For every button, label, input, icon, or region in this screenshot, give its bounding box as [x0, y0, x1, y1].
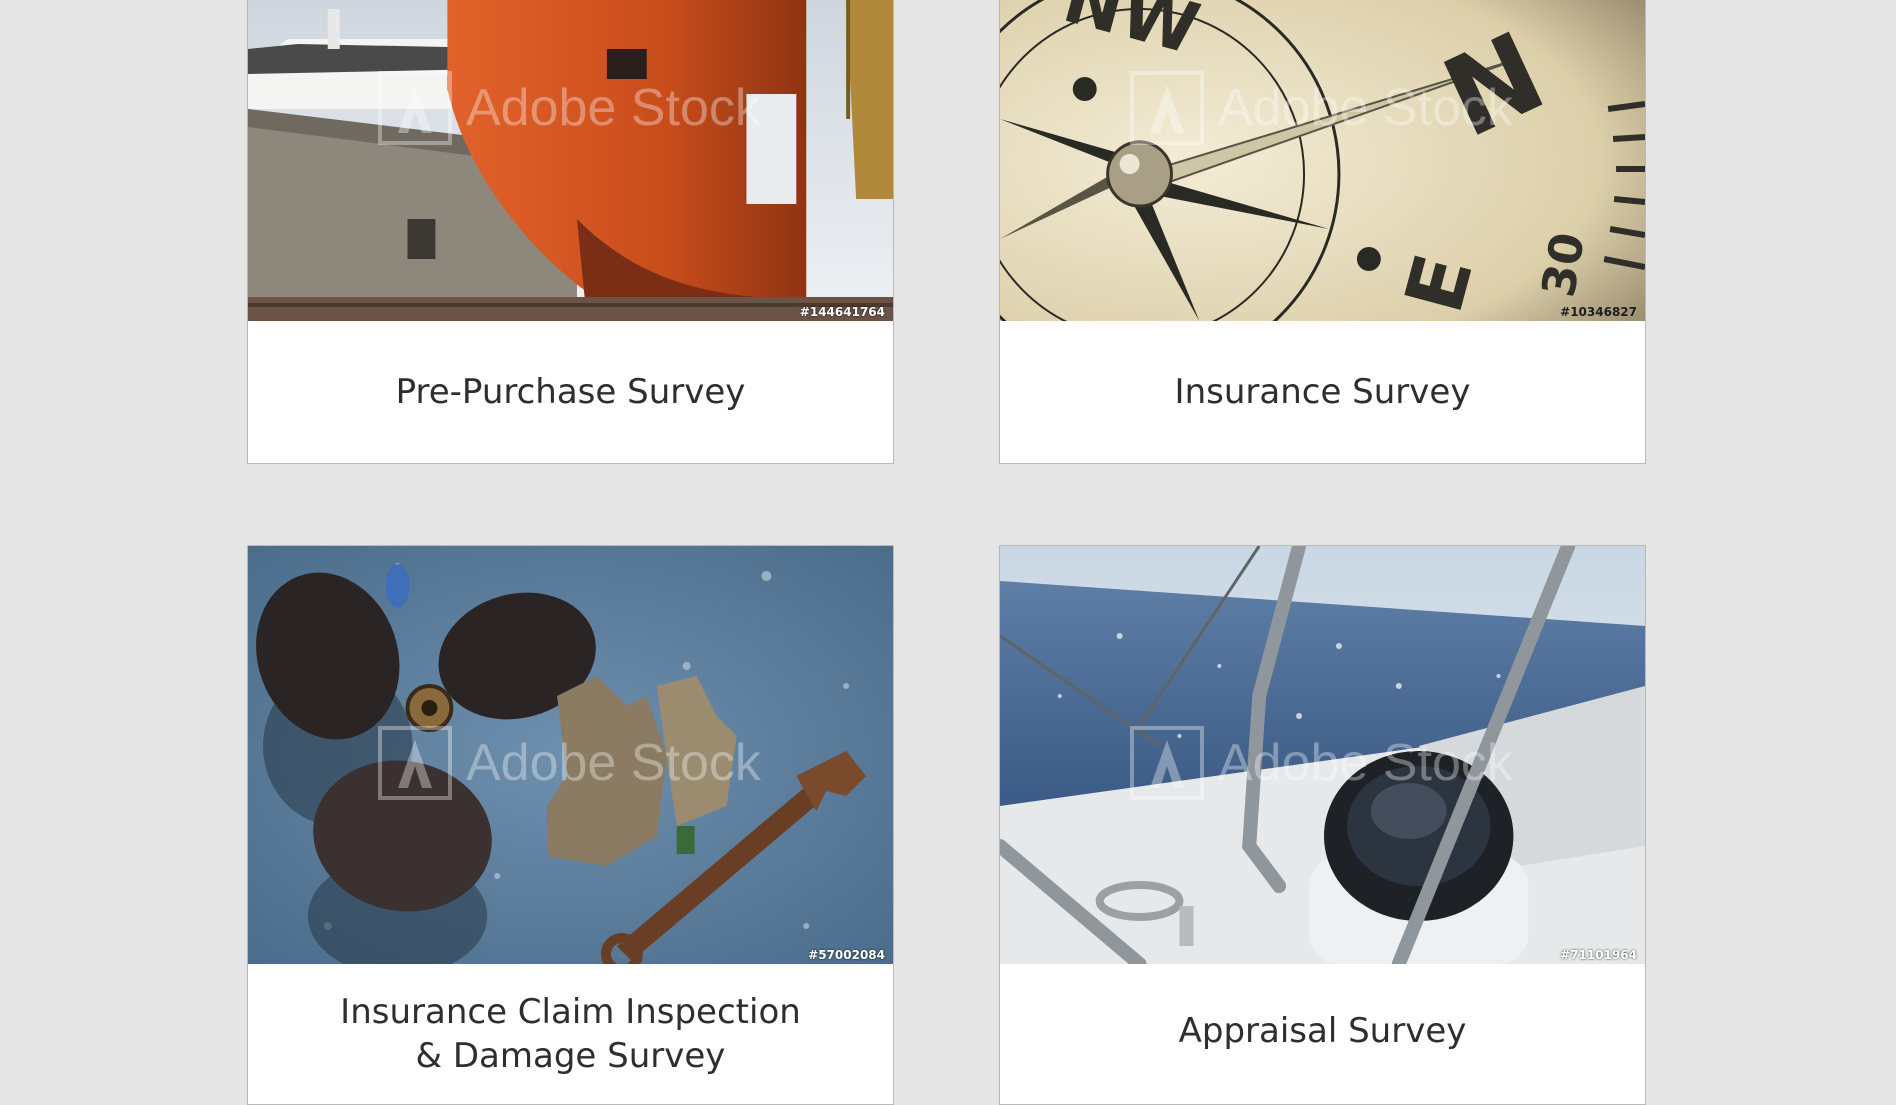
card-title-line-1: Insurance Claim Inspection: [340, 992, 801, 1032]
card-title-text: Insurance Survey: [1174, 372, 1471, 412]
card-title[interactable]: Insurance Survey: [1000, 321, 1645, 463]
card-title-line-2: & Damage Survey: [415, 1036, 726, 1076]
card-title[interactable]: Appraisal Survey: [1000, 964, 1645, 1098]
sailboat-deck-compass-image: Adobe Stock #71101964: [1000, 546, 1645, 964]
card-title[interactable]: Insurance Claim Inspection & Damage Surv…: [248, 964, 893, 1104]
stock-id-label: #10346827: [1560, 305, 1637, 319]
card-title[interactable]: Pre-Purchase Survey: [248, 321, 893, 463]
compass-closeup-image: N E 30 NW Adobe Stock #10346827: [1000, 0, 1645, 321]
service-card-insurance-survey[interactable]: N E 30 NW Adobe Stock #10346827 Insuranc: [999, 0, 1646, 464]
propeller-gloves-wrench-image: Adobe Stock #57002084: [248, 546, 893, 964]
service-card-pre-purchase-survey[interactable]: Adobe Stock #144641764 Pre-Purchase Surv…: [247, 0, 894, 464]
stock-id-label: #71101964: [1560, 948, 1637, 962]
service-card-appraisal-survey[interactable]: Adobe Stock #71101964 Appraisal Survey: [999, 545, 1646, 1105]
stock-id-label: #144641764: [799, 305, 885, 319]
svg-text:30: 30: [1531, 229, 1595, 301]
card-title-text: Appraisal Survey: [1178, 1011, 1467, 1051]
card-title-text: Pre-Purchase Survey: [395, 372, 746, 412]
service-card-insurance-claim-inspection[interactable]: Adobe Stock #57002084 Insurance Claim In…: [247, 545, 894, 1105]
ship-in-drydock-image: Adobe Stock #144641764: [248, 0, 893, 321]
stock-id-label: #57002084: [808, 948, 885, 962]
